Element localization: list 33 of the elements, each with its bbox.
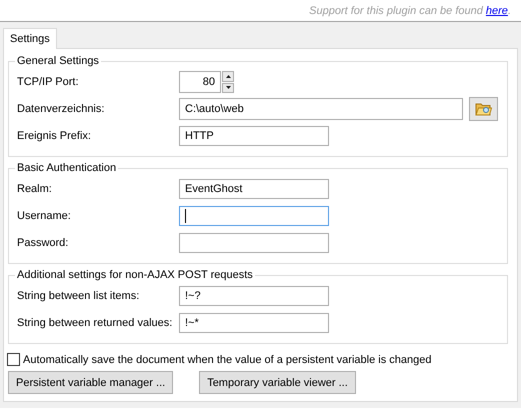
down-arrow-icon <box>226 86 230 90</box>
checkbox[interactable] <box>7 353 20 366</box>
field-label: Password: <box>17 237 70 249</box>
spin-up-button[interactable] <box>222 71 234 82</box>
field-label: Username: <box>17 210 72 222</box>
input-field[interactable]: HTTP <box>179 126 329 146</box>
dialog-button[interactable]: Persistent variable manager ... <box>8 371 174 394</box>
dialog-button[interactable]: Temporary variable viewer ... <box>199 371 356 394</box>
browse-button[interactable] <box>469 97 498 121</box>
group-title: Additional settings for non-AJAX POST requests <box>16 269 254 281</box>
folder-icon <box>475 102 492 116</box>
input-field[interactable]: !~* <box>179 313 329 333</box>
input-field[interactable]: !~? <box>179 286 329 306</box>
field-label: String between list items: <box>17 290 140 302</box>
support-note: Support for this plugin can be found here. <box>309 4 511 16</box>
field-label: Ereignis Prefix: <box>17 130 92 142</box>
checkbox-label: Automatically save the document when the value of a persistent variable is changed <box>23 354 432 366</box>
input-field[interactable]: C:\auto\web <box>179 98 463 120</box>
input-field[interactable]: 80 <box>179 71 221 93</box>
text-caret <box>185 209 186 223</box>
input-field[interactable] <box>179 233 329 253</box>
group-title: General Settings <box>16 55 100 67</box>
group-title: Basic Authentication <box>16 162 118 174</box>
field-label: String between returned values: <box>17 317 174 329</box>
field-label: Datenverzeichnis: <box>17 103 106 115</box>
support-link[interactable]: here <box>486 4 508 16</box>
field-label: TCP/IP Port: <box>17 76 80 88</box>
input-field[interactable] <box>179 206 329 226</box>
up-arrow-icon <box>226 74 230 78</box>
input-field[interactable]: EventGhost <box>179 179 329 199</box>
spin-down-button[interactable] <box>222 82 234 93</box>
field-label: Realm: <box>17 183 53 195</box>
tab[interactable]: Settings <box>3 28 57 49</box>
